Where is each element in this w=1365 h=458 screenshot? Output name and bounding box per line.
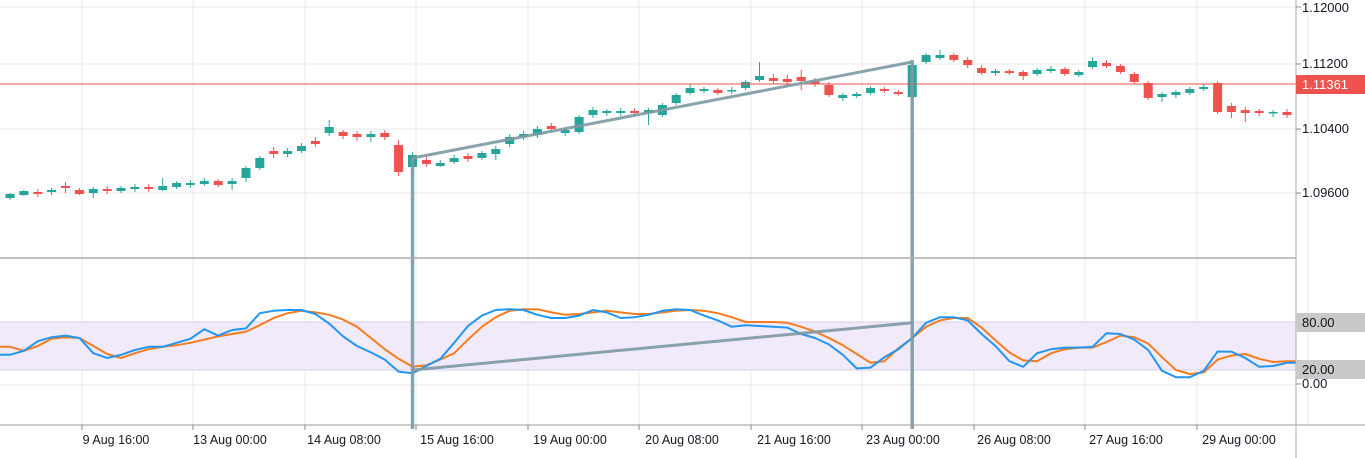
candles-layer [6, 50, 1292, 200]
stoch-zero-label: 0.00 [1302, 376, 1327, 392]
price-tick-label: 1.11200 [1302, 56, 1348, 72]
time-tick-label: 14 Aug 08:00 [307, 432, 381, 448]
time-tick-label: 26 Aug 08:00 [977, 432, 1051, 448]
time-tick-label: 23 Aug 00:00 [866, 432, 940, 448]
time-tick-label: 29 Aug 00:00 [1202, 432, 1276, 448]
time-tick-label: 27 Aug 16:00 [1089, 432, 1163, 448]
price-tick-label: 1.12000 [1302, 0, 1349, 16]
grid-layer [0, 0, 1308, 425]
price-tick-label: 1.10400 [1302, 121, 1349, 137]
last-price-badge: 1.11361 [1296, 75, 1365, 94]
stoch-overbought-badge: 80.00 [1296, 313, 1365, 332]
time-tick-label: 20 Aug 08:00 [645, 432, 719, 448]
time-tick-label: 13 Aug 00:00 [193, 432, 267, 448]
time-tick-label: 9 Aug 16:00 [83, 432, 150, 448]
price-trendline [413, 62, 913, 158]
price-tick-label: 1.09600 [1302, 185, 1349, 201]
chart-root: 1.12000 1.11200 1.10400 1.09600 9 Aug 16:00… [0, 0, 1365, 458]
time-tick-label: 15 Aug 16:00 [420, 432, 494, 448]
time-tick-label: 21 Aug 16:00 [757, 432, 831, 448]
axes-layer [0, 0, 1365, 458]
chart-canvas[interactable] [0, 0, 1365, 458]
time-tick-label: 19 Aug 00:00 [533, 432, 607, 448]
